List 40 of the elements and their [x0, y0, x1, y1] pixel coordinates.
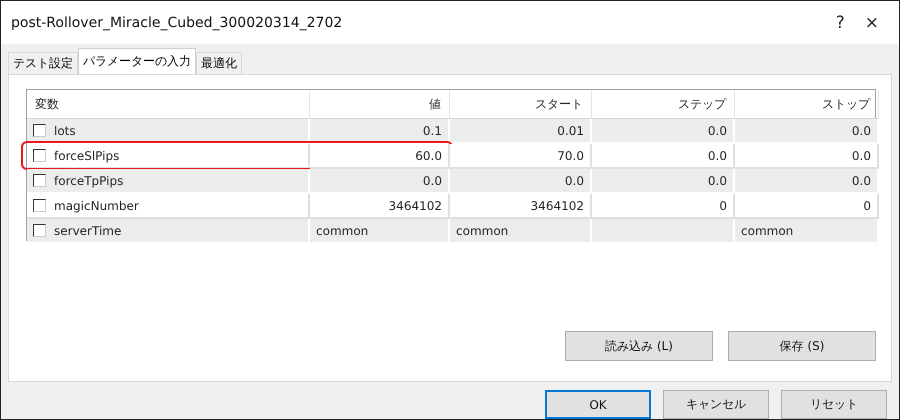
close-button[interactable]: ×: [858, 12, 885, 32]
table-cell: 0.0: [592, 144, 735, 169]
table-cell: 0.0: [735, 169, 879, 194]
table-cell: 0.0: [735, 119, 879, 144]
table-cell: common: [450, 219, 592, 244]
checkbox[interactable]: [33, 174, 46, 187]
checkbox[interactable]: [33, 124, 46, 137]
table-cell: 0: [735, 194, 879, 219]
panel-button[interactable]: 読み込み (L): [565, 331, 713, 361]
parameter-name: serverTime: [54, 224, 122, 238]
panel-button[interactable]: 保存 (S): [728, 331, 876, 361]
table-cell: 0: [592, 194, 735, 219]
table-cell: 0.0: [310, 169, 450, 194]
dialog-button[interactable]: リセット: [781, 390, 887, 419]
checkbox[interactable]: [33, 199, 46, 212]
dialog-button[interactable]: キャンセル: [663, 390, 769, 419]
parameter-name: forceSlPips: [54, 148, 120, 162]
table-cell: 0.0: [450, 169, 592, 194]
table-cell: common: [735, 219, 879, 244]
table-cell: 0.1: [310, 119, 450, 144]
table-cell: 60.0: [310, 144, 450, 169]
table-cell: common: [310, 219, 450, 244]
tab[interactable]: テスト設定: [8, 52, 78, 74]
checkbox[interactable]: [33, 149, 46, 162]
table-cell: 0.0: [735, 144, 879, 169]
dialog-button[interactable]: OK: [545, 390, 651, 419]
table-cell: 0.0: [592, 119, 735, 144]
checkbox[interactable]: [33, 224, 46, 237]
window-title: post-Rollover_Miracle_Cubed_300020314_2702: [11, 14, 342, 30]
table-cell: 3464102: [310, 194, 450, 219]
table-cell: 0.01: [450, 119, 592, 144]
parameter-name: lots: [54, 124, 76, 138]
parameter-name: forceTpPips: [54, 174, 124, 188]
table-cell: 0.0: [592, 169, 735, 194]
tab[interactable]: 最適化: [196, 52, 242, 74]
tab[interactable]: パラメーターの入力: [78, 48, 196, 74]
parameter-name: magicNumber: [54, 198, 139, 212]
help-button[interactable]: ?: [830, 12, 851, 32]
table-cell: 3464102: [450, 194, 592, 219]
table-cell: 70.0: [450, 144, 592, 169]
